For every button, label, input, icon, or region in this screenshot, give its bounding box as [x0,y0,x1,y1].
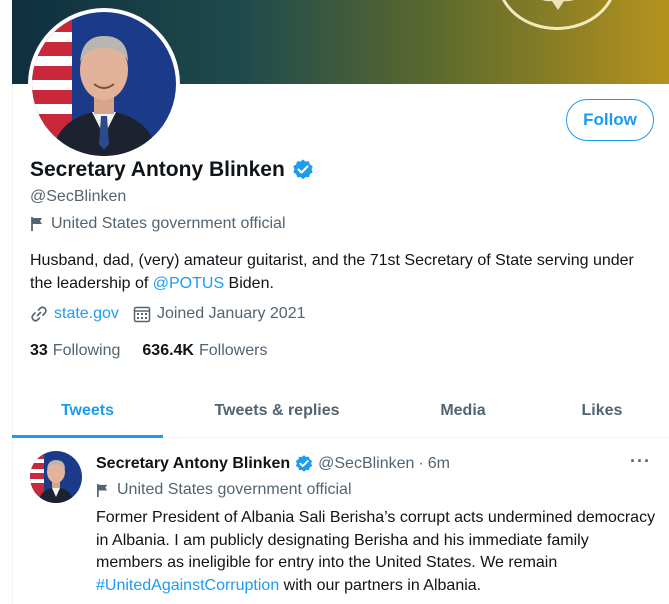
bio-text-1: Husband, dad, (very) amateur guitarist, … [30,252,634,292]
tab-likes[interactable]: Likes [535,384,669,437]
following-stat[interactable]: 33 Following [30,342,120,360]
tab-media[interactable]: Media [391,384,535,437]
joined-item: Joined January 2021 [133,305,306,323]
profile-meta: state.gov Joined January 2021 [30,305,320,323]
profile-handle: @SecBlinken [30,188,127,205]
tab-tweets-replies[interactable]: Tweets & replies [163,384,391,437]
website-item: state.gov [30,305,119,323]
tweet-header: Secretary Antony Blinken @SecBlinken · 6… [96,454,450,474]
verified-badge-icon [296,455,313,472]
profile-name: Secretary Antony Blinken [30,158,285,181]
following-label: Following [52,342,121,359]
bio-text-2: Biden. [224,275,274,292]
followers-stat[interactable]: 636.4K Followers [142,342,267,360]
profile-stats: 33 Following 636.4K Followers [30,342,289,360]
tweet-text-1: Former President of Albania Sali Berisha… [96,509,656,572]
tab-tweets[interactable]: Tweets [12,384,163,438]
tweet-author-name[interactable]: Secretary Antony Blinken [96,455,290,473]
hashtag-link[interactable]: #UnitedAgainstCorruption [96,577,279,594]
link-icon [31,306,47,322]
flag-icon [97,483,108,497]
website-link[interactable]: state.gov [54,305,119,323]
tweet-timestamp[interactable]: 6m [428,455,450,473]
tweet-affiliation: United States government official [96,481,352,499]
tweet-affiliation-text: United States government official [117,481,352,498]
profile-affiliation: United States government official [30,215,286,233]
flag-icon [31,217,42,231]
verified-badge-icon[interactable] [291,158,315,182]
tweet-author-photo [30,451,82,503]
eagle-emblem-icon [541,0,575,10]
tweet-card[interactable]: Secretary Antony Blinken @SecBlinken · 6… [12,439,669,604]
follow-button[interactable]: Follow [566,99,654,141]
profile-tabs: Tweets Tweets & replies Media Likes [12,384,669,438]
profile-photo [32,12,176,156]
followers-label: Followers [198,342,268,359]
following-count: 33 [30,342,48,359]
tweet-author-handle[interactable]: @SecBlinken [318,455,414,473]
profile-avatar[interactable] [28,8,180,160]
tweet-text-2: with our partners in Albania. [279,576,482,594]
tweet-text: Former President of Albania Sali Berisha… [96,507,656,597]
affiliation-text: United States government official [51,215,286,232]
profile-name-row: Secretary Antony Blinken [30,158,315,182]
tweet-avatar[interactable] [30,451,82,503]
separator-dot: · [418,455,424,472]
calendar-icon [133,306,151,323]
followers-count: 636.4K [142,342,194,359]
joined-text: Joined January 2021 [156,305,306,322]
state-seal-graphic [497,0,617,30]
profile-bio: Husband, dad, (very) amateur guitarist, … [30,249,655,295]
potus-mention-link[interactable]: @POTUS [153,275,224,292]
more-dots-icon[interactable]: ··· [630,451,651,472]
